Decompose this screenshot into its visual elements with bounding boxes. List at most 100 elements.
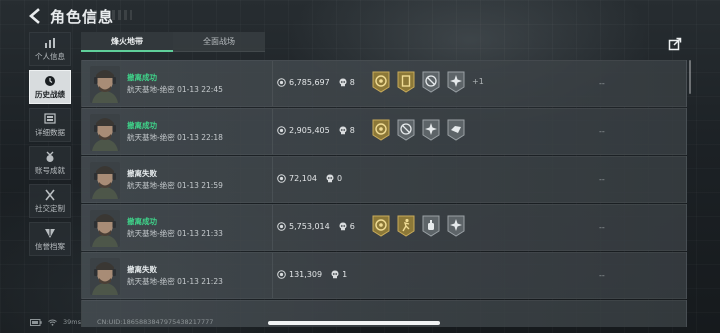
star-burst-badge[interactable] [446,70,466,93]
loot-value: 5,753,014 [289,222,330,231]
avatar [90,258,120,295]
match-history-list: 撤离成功 航天基地-绝密 01-13 22:45 6,785,697 8 +1 -- 撤离成… [81,60,687,327]
sidebar-item-label: 个人信息 [35,51,65,61]
kill-count: 6 [349,222,355,231]
coin-medal-badge[interactable] [371,70,391,93]
kill-count: 8 [349,78,355,87]
sidebar-item-label: 社交定制 [35,203,65,213]
avatar [90,114,120,151]
extra-stat: -- [599,79,605,88]
operator-avatar [90,114,120,151]
coin-icon [277,222,286,231]
column-divider [272,157,273,202]
extra-stat: -- [599,127,605,136]
sidebar-item-match-history[interactable]: 历史战绩 [29,70,71,104]
more-badges-count[interactable]: +1 [472,77,484,86]
avatar [90,162,120,199]
share-export-icon [668,37,682,51]
tab-full-battlefield[interactable]: 全面战场 [173,32,265,52]
kill-count: 8 [349,126,355,135]
skull-icon [326,174,334,183]
map-and-time: 航天基地-绝密 01-13 21:23 [127,277,223,286]
match-record-row[interactable]: 撤离失败 航天基地-绝密 01-13 21:59 72,104 0 -- [81,156,687,203]
battery-icon [30,318,42,326]
match-record-row[interactable]: 撤离失败航天基地-绝密 01-13 21:23 131,309 1 -- [81,252,687,299]
loot-value: 72,104 [289,174,317,183]
coin-medal-badge[interactable] [371,214,391,237]
data-sheet-icon [44,112,56,124]
loot-value-group: 131,309 1 [277,270,347,279]
sidebar-item-label: 账号成就 [35,165,65,175]
extraction-status: 撤离成功 [127,217,157,226]
sidebar-item-detailed-data[interactable]: 详细数据 [29,108,71,142]
heal-badge[interactable] [446,118,466,141]
sidebar-item-reputation[interactable]: 信誉档案 [29,222,71,256]
extra-stat: -- [599,175,605,184]
match-record-row[interactable]: 撤离成功航天基地-绝密 01-13 21:33 5,753,014 6 -- [81,204,687,251]
loot-value: 131,309 [289,270,323,279]
extra-stat: -- [599,271,605,280]
sidebar-item-social[interactable]: 社交定制 [29,184,71,218]
extraction-status: 撤离失败 [127,265,157,274]
extra-stat: -- [599,223,605,232]
avatar [90,66,120,103]
avatar [90,210,120,247]
extraction-status: 撤离成功 [127,121,157,130]
card-badge[interactable] [396,70,416,93]
skull-icon [339,126,347,135]
star-burst-badge[interactable] [446,214,466,237]
map-and-time: 航天基地-绝密 01-13 21:59 [127,181,223,190]
achievement-badges [371,118,466,141]
no-target-badge[interactable] [396,118,416,141]
mode-tabs: 烽火地带 全面战场 [81,32,265,52]
coin-icon [277,174,286,183]
home-indicator[interactable] [268,321,440,325]
sidebar-item-personal-info[interactable]: 个人信息 [29,32,71,66]
match-record-row[interactable]: 撤离成功航天基地-绝密 01-13 22:45 6,785,697 8 +1 -- [81,60,687,107]
tab-extraction-zone[interactable]: 烽火地带 [81,32,173,52]
kill-count: 0 [337,174,343,183]
skull-icon [331,270,339,279]
map-and-time: 航天基地-绝密 01-13 22:18 [127,133,223,142]
star-burst-badge[interactable] [421,118,441,141]
status-bar: 39ms CN:UID:1865883847975438217777 [30,318,213,326]
match-record-row[interactable]: 撤离成功航天基地-绝密 01-13 22:18 2,905,405 8 -- [81,108,687,155]
shield-icon [45,228,55,238]
loot-value-group: 5,753,014 6 [277,222,355,231]
skull-icon [339,222,347,231]
runner-badge[interactable] [396,214,416,237]
loot-value-group: 6,785,697 8 [277,78,355,87]
operator-avatar [90,162,120,199]
crossed-tools-icon [45,189,55,200]
extraction-status: 撤离成功 [127,73,157,82]
back-arrow-icon[interactable] [28,8,42,24]
list-scrollbar[interactable] [689,60,691,94]
operator-avatar [90,66,120,103]
sidebar-item-label: 详细数据 [35,127,65,137]
map-and-time: 航天基地-绝密 01-13 21:33 [127,229,223,238]
column-divider [272,61,273,106]
map-and-time: 航天基地-绝密 01-13 22:45 [127,85,223,94]
grenade-badge[interactable] [421,214,441,237]
bar-chart-icon [45,37,55,48]
kill-count: 1 [342,270,348,279]
skull-icon [339,78,347,87]
sidebar-item-label: 历史战绩 [35,89,65,99]
uid-text: CN:UID:1865883847975438217777 [97,318,214,326]
wifi-icon [48,319,57,326]
coin-icon [277,270,286,279]
achievement-badges [371,214,466,237]
loot-value: 6,785,697 [289,78,330,87]
sidebar-item-label: 信誉档案 [35,241,65,251]
sidebar-item-achievements[interactable]: 账号成就 [29,146,71,180]
operator-avatar [90,258,120,295]
ping-text: 39ms [63,318,81,326]
no-target-badge[interactable] [421,70,441,93]
clock-icon [45,75,55,86]
coin-medal-badge[interactable] [371,118,391,141]
column-divider [272,205,273,250]
share-button[interactable] [665,34,685,54]
coin-icon [277,78,286,87]
loot-value-group: 2,905,405 8 [277,126,355,135]
achievement-badges: +1 [371,70,484,93]
